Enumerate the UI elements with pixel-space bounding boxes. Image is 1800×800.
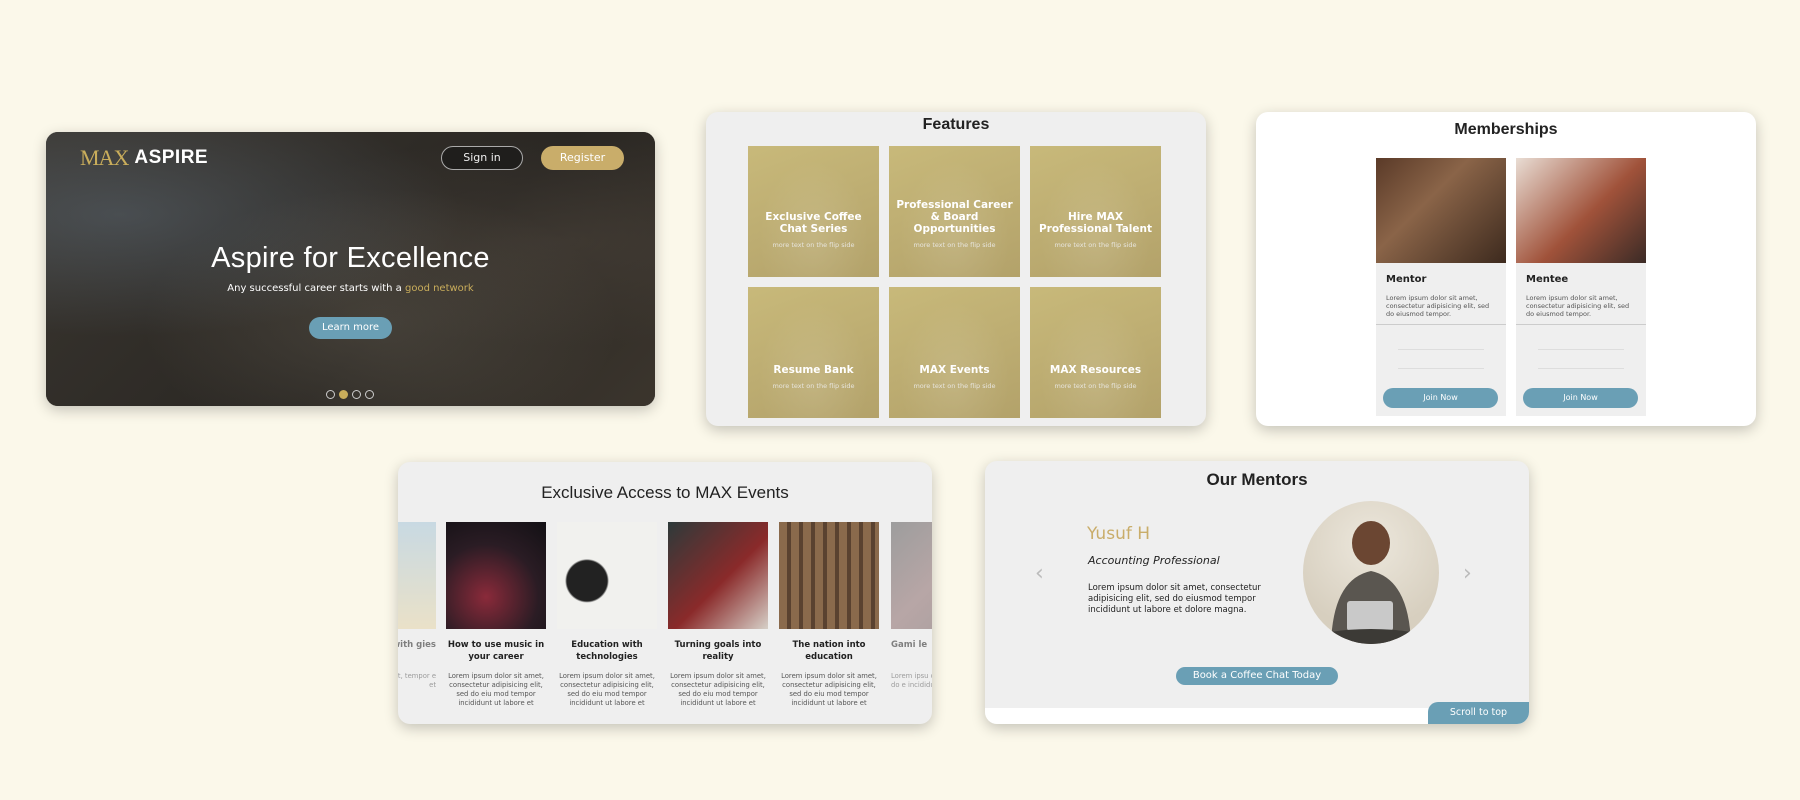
mentor-role: Accounting Professional	[1088, 554, 1220, 567]
logo-mark: MAX	[80, 145, 129, 170]
learn-more-button[interactable]: Learn more	[309, 317, 392, 339]
chevron-left-icon[interactable]: ‹	[1035, 561, 1044, 586]
mentor-name: Yusuf H	[1087, 524, 1151, 544]
mentors-section: Our Mentors ‹ Yusuf H Accounting Profess…	[985, 461, 1529, 724]
carousel-dot[interactable]	[365, 390, 374, 399]
feature-tile-subtitle: more text on the flip side	[913, 382, 996, 390]
feature-tile-subtitle: more text on the flip side	[1054, 382, 1137, 390]
event-description: Lorem ipsum dolor sit amet, consectetur …	[448, 672, 544, 707]
hero-section: MAX ASPIRE Sign in Register Aspire for E…	[46, 132, 655, 406]
feature-tile-coffee-chat[interactable]: Exclusive Coffee Chat Series more text o…	[748, 146, 879, 277]
game-photo	[891, 522, 932, 629]
event-title: Education with technologies	[571, 640, 643, 662]
divider	[1398, 349, 1484, 350]
event-title: Turning goals into reality	[674, 640, 762, 662]
chevron-right-icon[interactable]: ›	[1463, 561, 1472, 586]
event-description: Lorem ipsu consectetu sed do e incididu	[891, 672, 932, 689]
camera-photo	[1516, 158, 1646, 263]
membership-name: Mentee	[1526, 274, 1569, 285]
event-card[interactable]: How to use music in your career Lorem ip…	[446, 522, 546, 708]
drums-photo	[446, 522, 546, 629]
scroll-to-top-button[interactable]: Scroll to top	[1428, 702, 1529, 724]
mentors-title: Our Mentors	[1206, 470, 1308, 489]
membership-card-mentor: Mentor Lorem ipsum dolor sit amet, conse…	[1376, 158, 1506, 416]
colosseum-photo	[779, 522, 879, 629]
event-description: Lorem ipsum dolor sit amet, consectetur …	[670, 672, 766, 707]
features-title: Features	[922, 116, 990, 133]
divider	[1538, 349, 1624, 350]
laptop-photo	[1376, 158, 1506, 263]
divider	[1516, 324, 1646, 325]
desk-photo	[557, 522, 657, 629]
pineapple-photo	[398, 522, 436, 629]
join-now-button[interactable]: Join Now	[1523, 388, 1638, 408]
event-card[interactable]: Education with technologies Lorem ipsum …	[557, 522, 657, 708]
event-title: How to use music in your career	[447, 640, 545, 662]
feature-tile-career[interactable]: Professional Career & Board Opportunitie…	[889, 146, 1020, 277]
mentor-photo	[1303, 501, 1439, 644]
carousel-dot-active[interactable]	[339, 390, 348, 399]
feature-tile-hire-talent[interactable]: Hire MAX Professional Talent more text o…	[1030, 146, 1161, 277]
feature-tile-title: MAX Events	[919, 364, 990, 376]
feature-tile-subtitle: more text on the flip side	[772, 382, 855, 390]
membership-description: Lorem ipsum dolor sit amet, consectetur …	[1386, 294, 1490, 318]
divider	[1376, 324, 1506, 325]
event-title: with gies	[398, 640, 436, 650]
membership-card-mentee: Mentee Lorem ipsum dolor sit amet, conse…	[1516, 158, 1646, 416]
event-card[interactable]: Turning goals into reality Lorem ipsum d…	[668, 522, 768, 708]
mentor-avatar-illustration	[1316, 521, 1426, 644]
feature-tile-title: Exclusive Coffee Chat Series	[765, 211, 862, 235]
feature-tile-title: Professional Career & Board Opportunitie…	[896, 199, 1013, 235]
hero-subline-text: Any successful career starts with a	[227, 283, 402, 294]
logo[interactable]: MAX ASPIRE	[80, 145, 208, 171]
event-description: Lorem ipsum dolor sit amet, consectetur …	[559, 672, 655, 707]
register-button[interactable]: Register	[541, 146, 624, 170]
hero-subline-highlight: good network	[404, 283, 474, 294]
events-section: Exclusive Access to MAX Events with gies…	[398, 462, 932, 724]
event-title: Gami le	[891, 640, 928, 650]
feature-tile-subtitle: more text on the flip side	[913, 241, 996, 249]
feature-tile-max-resources[interactable]: MAX Resources more text on the flip side	[1030, 287, 1161, 418]
feature-tile-subtitle: more text on the flip side	[772, 241, 855, 249]
divider	[1538, 368, 1624, 369]
memberships-section: Memberships Mentor Lorem ipsum dolor sit…	[1256, 112, 1756, 426]
feature-tile-title: Hire MAX Professional Talent	[1038, 211, 1152, 235]
sign-in-button[interactable]: Sign in	[441, 146, 523, 170]
event-card-partial-right[interactable]: Gami le Lorem ipsu consectetu sed do e i…	[891, 522, 932, 690]
feature-tile-title: MAX Resources	[1049, 364, 1142, 376]
motorcycle-photo	[668, 522, 768, 629]
feature-tile-title: Resume Bank	[773, 364, 854, 376]
mentor-bio: Lorem ipsum dolor sit amet, consectetur …	[1088, 583, 1261, 615]
feature-tile-max-events[interactable]: MAX Events more text on the flip side	[889, 287, 1020, 418]
event-card-partial-left[interactable]: with gies sit amet, cing elit, tempor e …	[398, 522, 436, 690]
event-description: sit amet, cing elit, tempor e et	[398, 672, 436, 689]
divider	[1398, 368, 1484, 369]
join-now-button[interactable]: Join Now	[1383, 388, 1498, 408]
events-title: Exclusive Access to MAX Events	[541, 483, 789, 502]
features-section: Features Exclusive Coffee Chat Series mo…	[706, 112, 1206, 426]
hero-headline: Aspire for Excellence	[211, 242, 490, 274]
event-card[interactable]: The nation into education Lorem ipsum do…	[779, 522, 879, 708]
carousel-dot[interactable]	[326, 390, 335, 399]
carousel-indicators	[326, 390, 374, 399]
membership-description: Lorem ipsum dolor sit amet, consectetur …	[1526, 294, 1630, 318]
event-description: Lorem ipsum dolor sit amet, consectetur …	[781, 672, 877, 707]
book-coffee-chat-button[interactable]: Book a Coffee Chat Today	[1176, 667, 1338, 685]
carousel-dot[interactable]	[352, 390, 361, 399]
memberships-title: Memberships	[1454, 121, 1558, 138]
membership-name: Mentor	[1386, 274, 1427, 285]
feature-tile-resume-bank[interactable]: Resume Bank more text on the flip side	[748, 287, 879, 418]
logo-text: ASPIRE	[134, 147, 209, 168]
event-title: The nation into education	[792, 640, 866, 662]
feature-tile-subtitle: more text on the flip side	[1054, 241, 1137, 249]
hero-subline: Any successful career starts with a good…	[46, 283, 655, 294]
